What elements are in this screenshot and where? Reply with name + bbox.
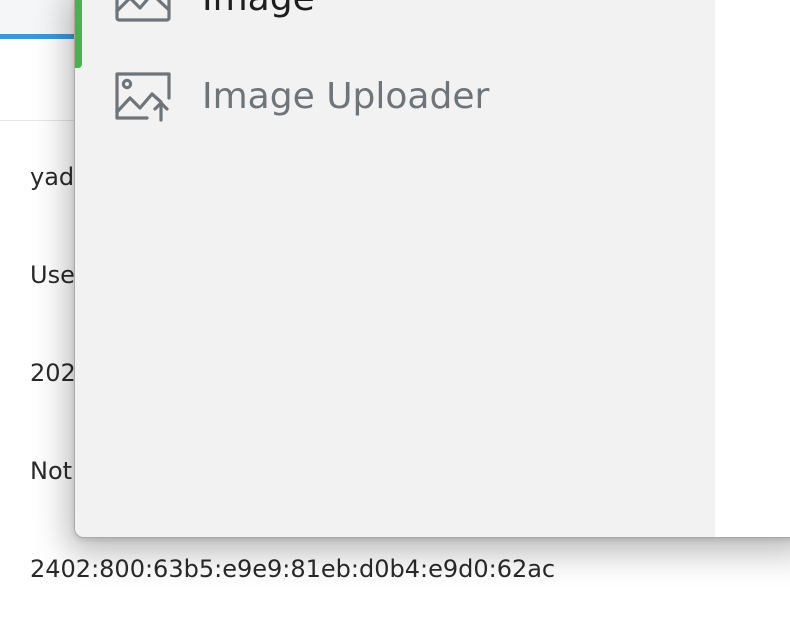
block-item-image-uploader[interactable]: Image Uploader [75,54,715,142]
image-icon [114,0,172,24]
ip-address-text: 2402:800:63b5:e9e9:81eb:d0b4:e9d0:62ac [30,555,556,583]
background-row-text: Not [30,457,73,485]
block-item-label: Image [202,0,315,21]
block-item-label: Image Uploader [202,76,490,117]
block-picker-panel: Image Image Uploader [74,0,790,538]
image-upload-icon [114,70,172,122]
block-list: Image Image Uploader [75,0,715,537]
block-item-image[interactable]: Image [75,0,715,44]
